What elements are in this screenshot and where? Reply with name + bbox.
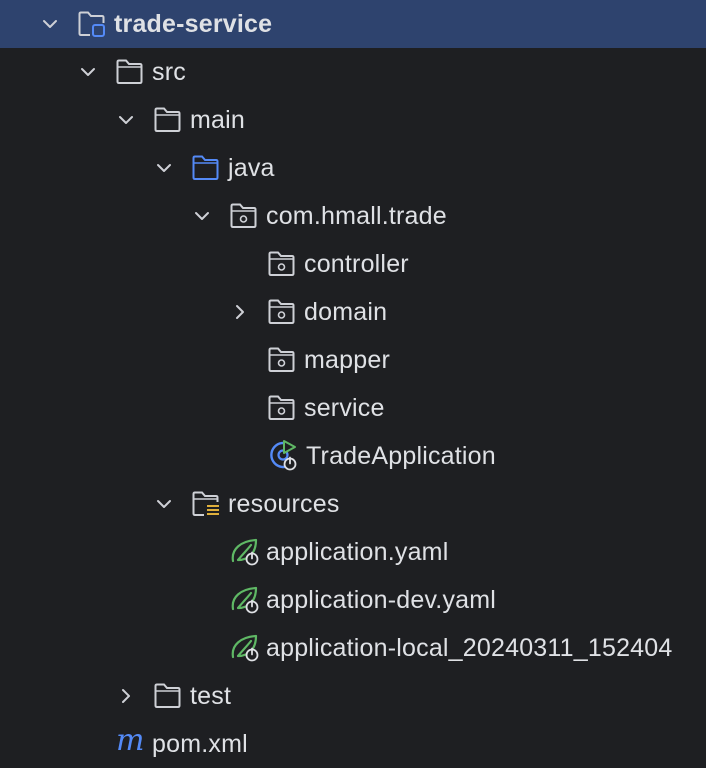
tree-node-controller[interactable]: controller — [0, 240, 706, 288]
tree-node-label: domain — [304, 298, 388, 326]
package-icon — [268, 347, 295, 372]
chevron-down-icon[interactable] — [156, 496, 172, 512]
project-tree: trade-service src main java com.hmall.tr… — [0, 0, 706, 762]
tree-node-service[interactable]: service — [0, 384, 706, 432]
tree-node-trade-application[interactable]: TradeApplication — [0, 432, 706, 480]
folder-icon — [154, 683, 181, 708]
module-folder-icon — [78, 11, 105, 37]
chevron-down-icon[interactable] — [42, 16, 58, 32]
spring-config-icon — [231, 538, 259, 566]
tree-node-application-dev-yaml[interactable]: application-dev.yaml — [0, 576, 706, 624]
tree-node-label: mapper — [304, 346, 390, 374]
folder-icon — [154, 107, 181, 132]
tree-node-main[interactable]: main — [0, 96, 706, 144]
package-icon — [268, 251, 295, 276]
tree-node-label: src — [152, 58, 186, 86]
spring-config-icon — [231, 586, 259, 614]
tree-node-label: pom.xml — [152, 730, 248, 758]
tree-node-label: java — [228, 154, 275, 182]
tree-node-resources[interactable]: resources — [0, 480, 706, 528]
spring-boot-class-icon — [270, 440, 297, 471]
tree-node-label: application-dev.yaml — [266, 586, 497, 614]
folder-icon — [116, 59, 143, 84]
package-icon — [268, 299, 295, 324]
tree-node-application-local-yaml[interactable]: application-local_20240311_152404 — [0, 624, 706, 672]
chevron-down-icon[interactable] — [156, 160, 172, 176]
tree-node-label: service — [304, 394, 385, 422]
chevron-down-icon[interactable] — [80, 64, 96, 80]
tree-node-label: application-local_20240311_152404 — [266, 634, 673, 662]
package-icon — [230, 203, 257, 228]
source-folder-icon — [192, 155, 219, 180]
tree-node-label: com.hmall.trade — [266, 202, 447, 230]
tree-node-label: trade-service — [114, 10, 273, 38]
tree-node-label: TradeApplication — [306, 442, 496, 470]
chevron-right-icon[interactable] — [118, 688, 134, 704]
chevron-down-icon[interactable] — [118, 112, 134, 128]
tree-node-label: main — [190, 106, 245, 134]
chevron-down-icon[interactable] — [194, 208, 210, 224]
tree-node-mapper[interactable]: mapper — [0, 336, 706, 384]
tree-node-trade-service[interactable]: trade-service — [0, 0, 706, 48]
tree-node-src[interactable]: src — [0, 48, 706, 96]
package-icon — [268, 395, 295, 420]
tree-node-label: test — [190, 682, 232, 710]
resources-folder-icon — [192, 491, 219, 516]
chevron-right-icon[interactable] — [232, 304, 248, 320]
tree-node-package[interactable]: com.hmall.trade — [0, 192, 706, 240]
tree-node-application-yaml[interactable]: application.yaml — [0, 528, 706, 576]
tree-node-label: controller — [304, 250, 409, 278]
tree-node-pom-xml[interactable]: m pom.xml — [0, 720, 706, 768]
tree-node-test[interactable]: test — [0, 672, 706, 720]
spring-config-icon — [231, 634, 259, 662]
tree-node-label: application.yaml — [266, 538, 449, 566]
tree-node-domain[interactable]: domain — [0, 288, 706, 336]
maven-icon: m — [116, 723, 145, 758]
tree-node-label: resources — [228, 490, 340, 518]
tree-node-java[interactable]: java — [0, 144, 706, 192]
